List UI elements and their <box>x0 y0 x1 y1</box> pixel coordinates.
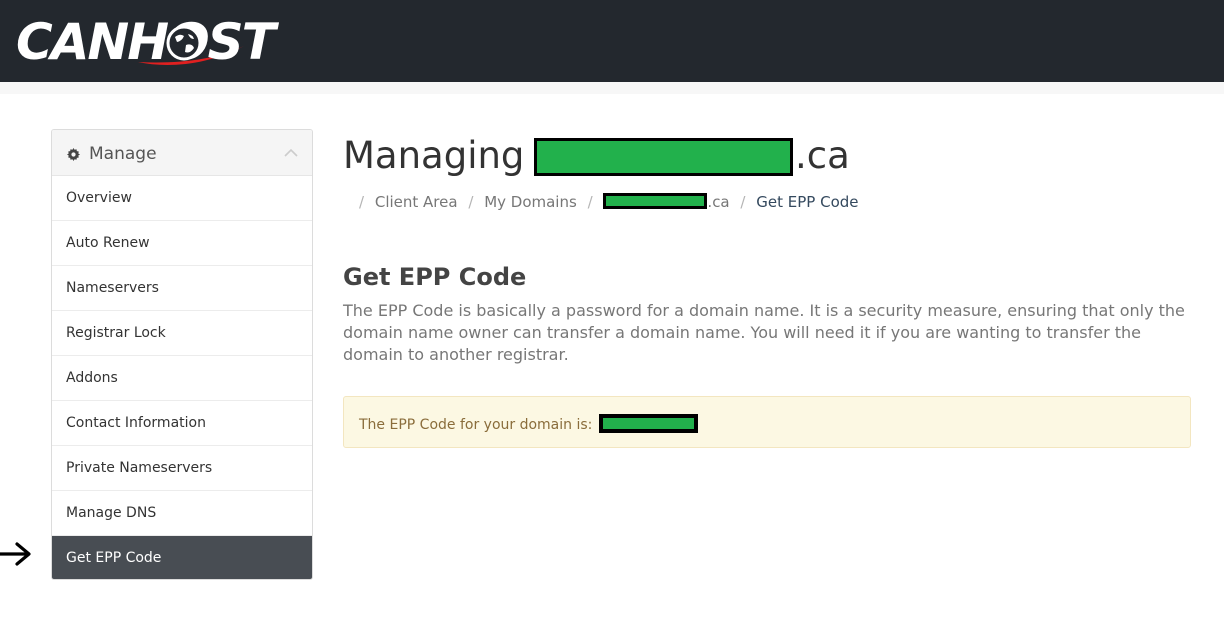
pointer-arrow-icon <box>0 542 31 566</box>
breadcrumb-separator: / <box>740 193 746 211</box>
globe-icon <box>166 25 202 61</box>
sidebar-item-registrar-lock[interactable]: Registrar Lock <box>52 311 312 356</box>
section-title: Get EPP Code <box>343 263 527 291</box>
canhost-logo[interactable]: CANHOST <box>16 14 276 70</box>
epp-description: The EPP Code is basically a password for… <box>343 301 1185 364</box>
epp-code-label: The EPP Code for your domain is: <box>359 417 593 433</box>
breadcrumb-my-domains[interactable]: My Domains <box>484 193 577 211</box>
breadcrumb-client-area[interactable]: Client Area <box>375 193 458 211</box>
sidebar-item-overview[interactable]: Overview <box>52 176 312 221</box>
sidebar-item-nameservers[interactable]: Nameservers <box>52 266 312 311</box>
sidebar-header[interactable]: Manage <box>52 130 312 176</box>
gear-icon <box>67 148 80 161</box>
chevron-up-icon[interactable] <box>284 148 298 157</box>
page-title-suffix: .ca <box>795 134 850 177</box>
sidebar-item-addons[interactable]: Addons <box>52 356 312 401</box>
breadcrumb-separator: / <box>468 193 474 211</box>
epp-code-alert: The EPP Code for your domain is: <box>343 396 1191 448</box>
manage-sidebar: Manage Overview Auto Renew Nameservers R… <box>51 129 313 580</box>
sidebar-item-auto-renew[interactable]: Auto Renew <box>52 221 312 266</box>
logo-wordmark: CANHOST <box>16 13 276 71</box>
redacted-domain-name <box>534 138 793 176</box>
breadcrumb-domain-suffix[interactable]: .ca <box>707 193 729 211</box>
breadcrumb-redacted-domain[interactable] <box>603 193 708 209</box>
page-title: Managing <box>343 134 525 177</box>
redacted-epp-code <box>598 414 698 433</box>
sidebar-item-get-epp-code[interactable]: Get EPP Code <box>52 536 312 579</box>
breadcrumb-separator: / <box>587 193 593 211</box>
sidebar-title: Manage <box>89 144 157 164</box>
sidebar-item-private-nameservers[interactable]: Private Nameservers <box>52 446 312 491</box>
breadcrumb: / Client Area / My Domains / .ca / Get E… <box>353 193 859 211</box>
sidebar-item-contact-information[interactable]: Contact Information <box>52 401 312 446</box>
sidebar-item-manage-dns[interactable]: Manage DNS <box>52 491 312 536</box>
epp-code-message: The EPP Code for your domain is: <box>359 414 698 433</box>
breadcrumb-current: Get EPP Code <box>756 193 859 211</box>
header-shadow <box>0 82 1224 94</box>
top-navbar: CANHOST <box>0 0 1224 82</box>
breadcrumb-separator: / <box>359 193 365 211</box>
